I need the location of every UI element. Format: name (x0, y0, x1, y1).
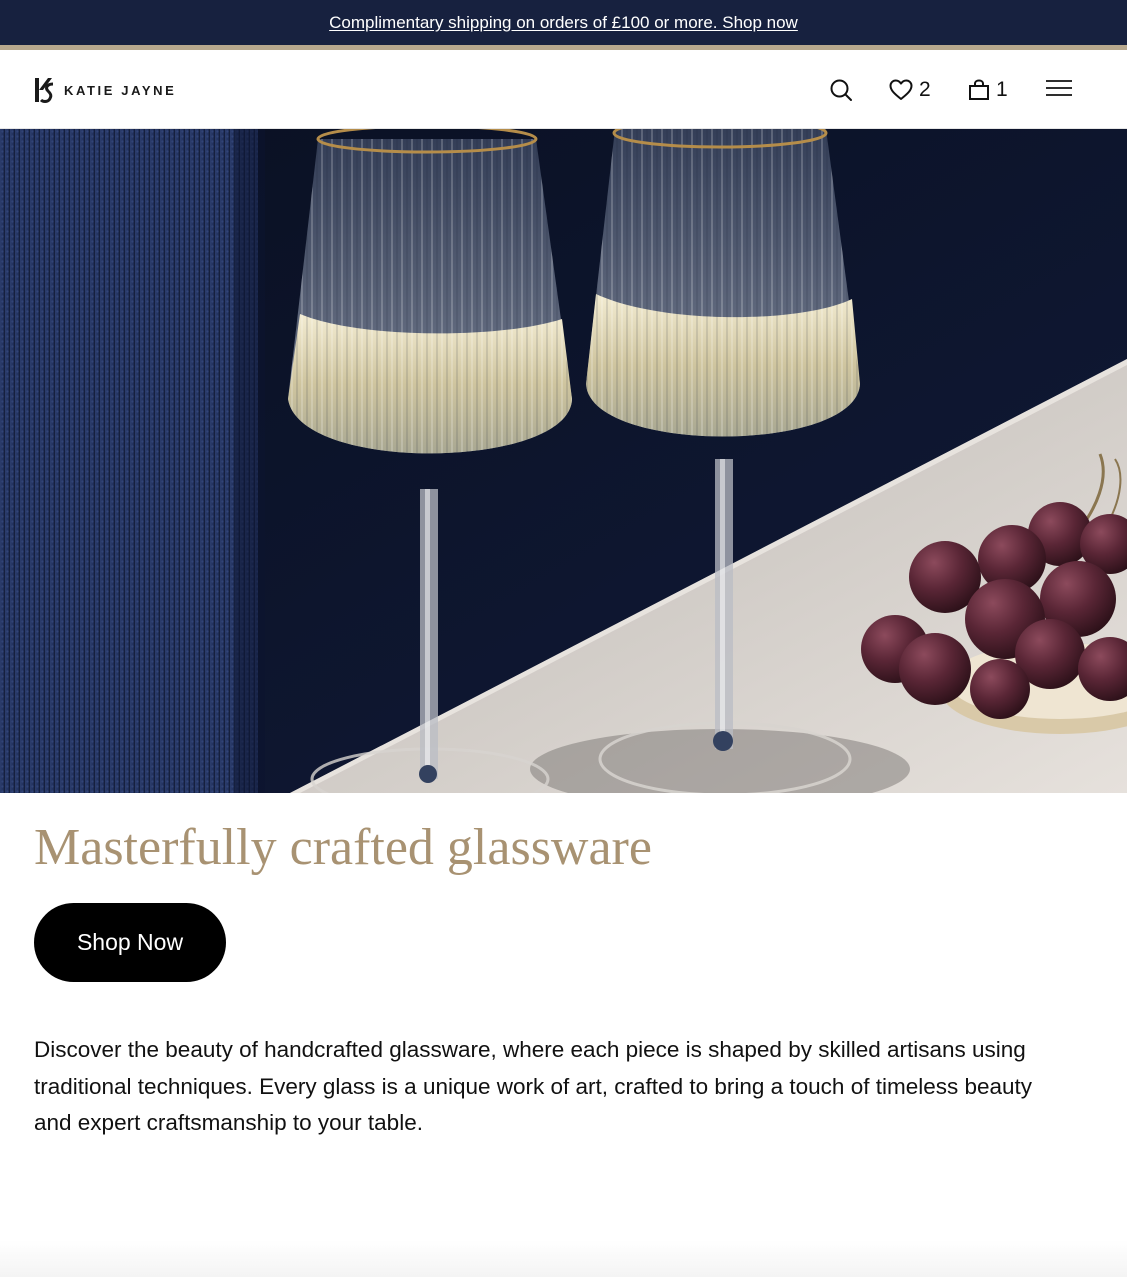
search-icon (830, 79, 852, 101)
logo-mark-icon (35, 78, 54, 103)
wishlist-count: 2 (919, 78, 931, 101)
site-header: KATIE JAYNE 2 1 (0, 50, 1127, 129)
announcement-link[interactable]: Complimentary shipping on orders of £100… (329, 13, 798, 33)
bag-icon (969, 79, 989, 100)
heart-icon (889, 79, 913, 100)
description-text: Discover the beauty of handcrafted glass… (34, 1037, 1033, 1135)
hero-illustration (0, 129, 1127, 793)
brand-logo[interactable]: KATIE JAYNE (34, 76, 176, 104)
shop-now-button[interactable]: Shop Now (34, 903, 226, 982)
hero-image (0, 129, 1127, 793)
announcement-bar: Complimentary shipping on orders of £100… (0, 0, 1127, 45)
cart-button[interactable]: 1 (968, 74, 1008, 106)
section-divider (0, 1240, 1127, 1277)
menu-icon (1046, 80, 1072, 96)
search-button[interactable] (829, 74, 853, 106)
cart-count: 1 (996, 78, 1008, 101)
menu-button[interactable] (1046, 72, 1072, 104)
page-headline: Masterfully crafted glassware (34, 819, 652, 876)
wishlist-button[interactable]: 2 (889, 74, 931, 106)
logo-text: KATIE JAYNE (64, 83, 177, 98)
